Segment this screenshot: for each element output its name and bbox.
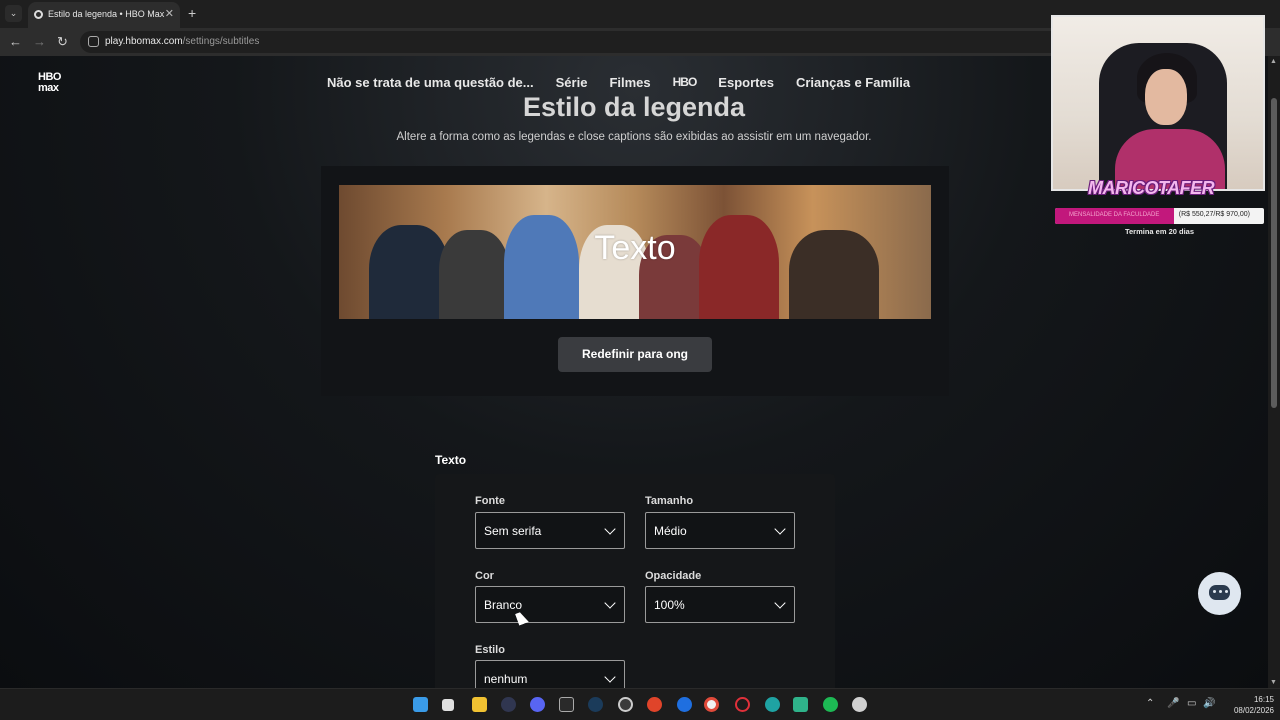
size-label: Tamanho: [645, 495, 694, 507]
subtitle-preview-image: Texto: [339, 185, 931, 319]
chrome-icon[interactable]: [704, 697, 719, 712]
scrollbar-thumb[interactable]: [1271, 98, 1277, 408]
hbo-max-logo[interactable]: HBO max: [38, 72, 61, 94]
chat-support-button[interactable]: [1198, 572, 1241, 615]
reset-defaults-button[interactable]: Redefinir para ong: [558, 337, 712, 372]
file-explorer-icon[interactable]: [472, 697, 487, 712]
app-icon[interactable]: [852, 697, 867, 712]
chevron-down-icon: [604, 523, 616, 535]
steam-icon[interactable]: [588, 697, 603, 712]
spotify-icon[interactable]: [823, 697, 838, 712]
text-section-label: Texto: [435, 453, 467, 467]
nav-item-series[interactable]: Série: [556, 75, 588, 90]
main-nav: Não se trata de uma questão de... Série …: [327, 75, 910, 90]
url-text: play.hbomax.com/settings/subtitles: [105, 36, 260, 47]
browser-tab[interactable]: Estilo da legenda • HBO Max ✕: [28, 2, 180, 28]
new-tab-button[interactable]: +: [188, 5, 196, 21]
font-select-value: Sem serifa: [484, 524, 542, 538]
reload-icon[interactable]: ↻: [57, 34, 68, 50]
streamer-name: MARICOTAFER: [1088, 178, 1215, 198]
nav-item-movies[interactable]: Filmes: [609, 75, 650, 90]
color-select-value: Branco: [484, 598, 523, 612]
style-select[interactable]: nenhum: [475, 660, 625, 688]
nav-item-hbo[interactable]: HBO: [673, 75, 698, 90]
opacity-select-value: 100%: [654, 598, 685, 612]
text-options-card: Fonte Sem serifa Tamanho Médio Cor Branc…: [435, 474, 835, 688]
system-clock[interactable]: 16:15 08/02/2026: [1222, 694, 1274, 716]
volume-icon[interactable]: 🔊: [1203, 698, 1215, 709]
monitor-icon[interactable]: ▭: [1187, 698, 1196, 709]
chevron-down-icon: [774, 523, 786, 535]
forward-icon[interactable]: →: [33, 34, 46, 49]
nav-item-kids-family[interactable]: Crianças e Família: [796, 75, 910, 90]
preview-caption-text: Texto: [594, 229, 676, 267]
tab-title: Estilo da legenda • HBO Max: [48, 9, 165, 19]
color-label: Cor: [475, 570, 494, 582]
chevron-down-icon: [604, 671, 616, 683]
nav-item-sports[interactable]: Esportes: [718, 75, 774, 90]
app-icon[interactable]: [793, 697, 808, 712]
nav-item-featured[interactable]: Não se trata de uma questão de...: [327, 75, 534, 90]
donation-goal-label: MENSALIDADE DA FACULDADE: [1069, 212, 1160, 218]
back-icon[interactable]: ←: [9, 34, 22, 49]
start-icon[interactable]: [413, 697, 428, 712]
discord-icon[interactable]: [530, 697, 545, 712]
brave-icon[interactable]: [647, 697, 662, 712]
scroll-down-icon[interactable]: ▼: [1270, 679, 1277, 686]
chevron-down-icon: [774, 597, 786, 609]
donation-goal-remaining: Termina em 20 dias: [1124, 227, 1195, 236]
style-select-value: nenhum: [484, 672, 528, 686]
close-tab-icon[interactable]: ✕: [165, 7, 174, 20]
opera-icon[interactable]: [735, 697, 750, 712]
edge-icon[interactable]: [765, 697, 780, 712]
style-label: Estilo: [475, 644, 505, 656]
page-scrollbar[interactable]: ▲ ▼: [1268, 56, 1280, 688]
chevron-down-icon: [604, 597, 616, 609]
epic-games-icon[interactable]: [559, 697, 574, 712]
donation-goal-amount: (R$ 550,27/R$ 970,00): [1178, 211, 1250, 218]
windows-taskbar: ⌃ 🎤 ▭ 🔊 16:15 08/02/2026: [0, 688, 1280, 720]
site-info-icon[interactable]: [88, 36, 99, 47]
microphone-icon[interactable]: 🎤: [1167, 698, 1179, 709]
size-select-value: Médio: [654, 524, 687, 538]
font-label: Fonte: [475, 495, 505, 507]
webcam-overlay: [1051, 15, 1265, 191]
chevron-up-icon[interactable]: ⌃: [1146, 698, 1154, 709]
font-select[interactable]: Sem serifa: [475, 512, 625, 549]
opacity-label: Opacidade: [645, 570, 702, 582]
scroll-up-icon[interactable]: ▲: [1270, 58, 1277, 65]
site-favicon-icon: [34, 10, 43, 19]
size-select[interactable]: Médio: [645, 512, 795, 549]
task-view-icon[interactable]: [442, 699, 454, 711]
donation-goal-bar: MENSALIDADE DA FACULDADE (R$ 550,27/R$ 9…: [1055, 208, 1264, 224]
tab-search-button[interactable]: ⌄: [5, 5, 22, 22]
obs-icon[interactable]: [618, 697, 633, 712]
app-icon[interactable]: [501, 697, 516, 712]
opacity-select[interactable]: 100%: [645, 586, 795, 623]
app-icon[interactable]: [677, 697, 692, 712]
chat-icon: [1209, 585, 1230, 600]
color-select[interactable]: Branco: [475, 586, 625, 623]
